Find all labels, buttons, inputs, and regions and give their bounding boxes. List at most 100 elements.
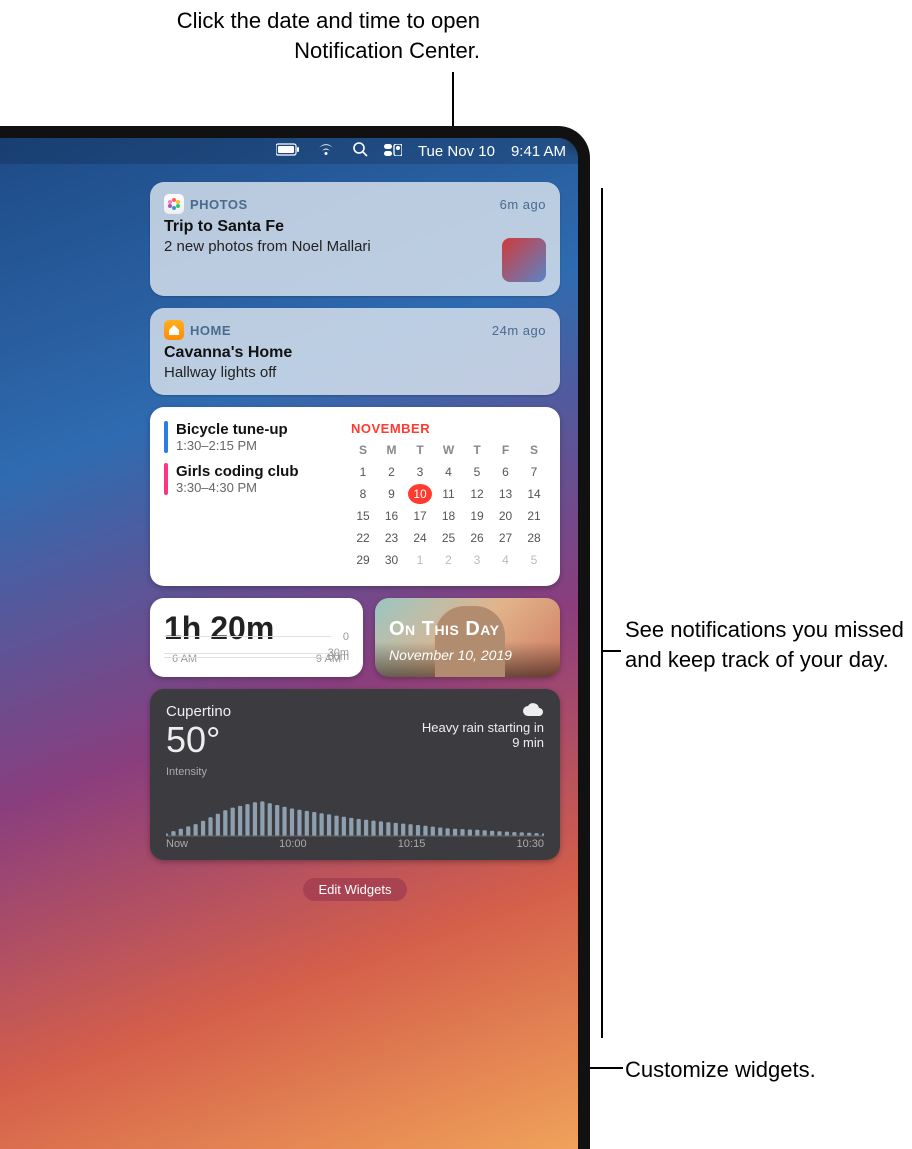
notification-center: PHOTOS 6m ago Trip to Santa Fe 2 new pho… <box>150 182 560 901</box>
notification-thumbnail <box>502 238 546 282</box>
calendar-day[interactable]: 3 <box>408 462 432 482</box>
calendar-day[interactable]: 17 <box>408 506 432 526</box>
calendar-day[interactable]: 2 <box>437 550 461 570</box>
notification-time: 6m ago <box>500 197 546 212</box>
event-color <box>164 463 168 495</box>
mac-screen: Tue Nov 10 9:41 AM PHOTOS 6m ago Trip to… <box>0 126 590 1149</box>
event-color <box>164 421 168 453</box>
calendar-event[interactable]: Bicycle tune-up 1:30–2:15 PM <box>164 421 341 453</box>
menubar-date[interactable]: Tue Nov 10 <box>418 143 495 160</box>
calendar-month: NOVEMBER <box>351 421 546 436</box>
calendar-day[interactable]: 11 <box>437 484 461 504</box>
calendar-day[interactable]: 5 <box>465 462 489 482</box>
event-title: Bicycle tune-up <box>176 421 288 438</box>
screentime-widget[interactable]: 1h 20m 60m 30m 0 6 AM 9 AM <box>150 598 363 677</box>
dow-label: S <box>522 440 546 460</box>
y-label: 0 <box>343 631 349 643</box>
x-tick: 10:30 <box>516 838 544 850</box>
event-title: Girls coding club <box>176 463 299 480</box>
weather-location: Cupertino <box>166 703 231 720</box>
photos-memories-widget[interactable]: On This Day November 10, 2019 <box>375 598 560 677</box>
leader-line <box>601 650 621 652</box>
notification-app-label: HOME <box>190 323 231 338</box>
calendar-day[interactable]: 4 <box>494 550 518 570</box>
notification-title: Trip to Santa Fe <box>164 218 546 236</box>
callout-open-nc: Click the date and time to open Notifica… <box>100 6 480 65</box>
calendar-day[interactable]: 1 <box>408 550 432 570</box>
memory-photo <box>435 606 505 677</box>
calendar-day[interactable]: 4 <box>437 462 461 482</box>
home-app-icon <box>164 320 184 340</box>
calendar-day[interactable]: 10 <box>408 484 432 504</box>
callout-notifs: See notifications you missed and keep tr… <box>625 615 905 674</box>
calendar-day[interactable]: 24 <box>408 528 432 548</box>
notification-body: Hallway lights off <box>164 364 276 381</box>
x-tick: 10:15 <box>398 838 426 850</box>
notification-title: Cavanna's Home <box>164 344 546 362</box>
calendar-day[interactable]: 9 <box>380 484 404 504</box>
dow-label: T <box>408 440 432 460</box>
menubar: Tue Nov 10 9:41 AM <box>0 138 578 164</box>
calendar-day[interactable]: 25 <box>437 528 461 548</box>
x-label: 6 AM <box>172 653 197 665</box>
event-time: 1:30–2:15 PM <box>176 438 288 453</box>
calendar-day[interactable]: 20 <box>494 506 518 526</box>
calendar-day[interactable]: 6 <box>494 462 518 482</box>
wifi-icon[interactable] <box>316 142 336 160</box>
cloud-icon <box>522 705 544 720</box>
callout-edit: Customize widgets. <box>625 1055 905 1085</box>
dow-label: F <box>494 440 518 460</box>
calendar-day[interactable]: 23 <box>380 528 404 548</box>
calendar-day[interactable]: 15 <box>351 506 375 526</box>
weather-widget[interactable]: Cupertino 50° Heavy rain starting in 9 m… <box>150 689 560 860</box>
calendar-day[interactable]: 27 <box>494 528 518 548</box>
notification-home[interactable]: HOME 24m ago Cavanna's Home Hallway ligh… <box>150 308 560 395</box>
x-tick: 10:00 <box>279 838 307 850</box>
calendar-day[interactable]: 19 <box>465 506 489 526</box>
calendar-day[interactable]: 22 <box>351 528 375 548</box>
calendar-day[interactable]: 18 <box>437 506 461 526</box>
edit-widgets-button[interactable]: Edit Widgets <box>303 878 408 901</box>
calendar-day[interactable]: 1 <box>351 462 375 482</box>
calendar-day[interactable]: 12 <box>465 484 489 504</box>
dow-label: W <box>437 440 461 460</box>
calendar-day[interactable]: 3 <box>465 550 489 570</box>
notification-app-label: PHOTOS <box>190 197 248 212</box>
x-tick: Now <box>166 838 188 850</box>
calendar-day[interactable]: 8 <box>351 484 375 504</box>
calendar-day[interactable]: 5 <box>522 550 546 570</box>
calendar-day[interactable]: 13 <box>494 484 518 504</box>
calendar-day[interactable]: 26 <box>465 528 489 548</box>
calendar-day[interactable]: 2 <box>380 462 404 482</box>
dow-label: S <box>351 440 375 460</box>
photos-app-icon <box>164 194 184 214</box>
spotlight-icon[interactable] <box>352 141 368 161</box>
notification-time: 24m ago <box>492 323 546 338</box>
menubar-time[interactable]: 9:41 AM <box>511 143 566 160</box>
weather-temp: 50° <box>166 722 231 758</box>
memory-heading: On This Day <box>389 618 499 641</box>
weather-intensity-label: Intensity <box>166 766 544 778</box>
calendar-widget[interactable]: Bicycle tune-up 1:30–2:15 PM Girls codin… <box>150 407 560 586</box>
control-center-icon[interactable] <box>384 143 402 160</box>
calendar-day[interactable]: 16 <box>380 506 404 526</box>
weather-intensity-chart <box>166 780 544 838</box>
notification-photos[interactable]: PHOTOS 6m ago Trip to Santa Fe 2 new pho… <box>150 182 560 296</box>
leader-line <box>601 188 603 1038</box>
calendar-day[interactable]: 29 <box>351 550 375 570</box>
memory-date: November 10, 2019 <box>389 647 512 663</box>
event-time: 3:30–4:30 PM <box>176 480 299 495</box>
calendar-day[interactable]: 28 <box>522 528 546 548</box>
calendar-day[interactable]: 30 <box>380 550 404 570</box>
mini-calendar[interactable]: NOVEMBER SMTWTFS 12345678910111213141516… <box>351 421 546 572</box>
calendar-day[interactable]: 7 <box>522 462 546 482</box>
calendar-day[interactable]: 21 <box>522 506 546 526</box>
notification-body: 2 new photos from Noel Mallari <box>164 238 494 255</box>
dow-label: T <box>465 440 489 460</box>
calendar-events: Bicycle tune-up 1:30–2:15 PM Girls codin… <box>164 421 341 572</box>
calendar-day[interactable]: 14 <box>522 484 546 504</box>
calendar-event[interactable]: Girls coding club 3:30–4:30 PM <box>164 463 341 495</box>
weather-condition: Heavy rain starting in 9 min <box>414 720 544 750</box>
battery-icon[interactable] <box>276 143 300 160</box>
screentime-total: 1h 20m <box>164 610 349 647</box>
